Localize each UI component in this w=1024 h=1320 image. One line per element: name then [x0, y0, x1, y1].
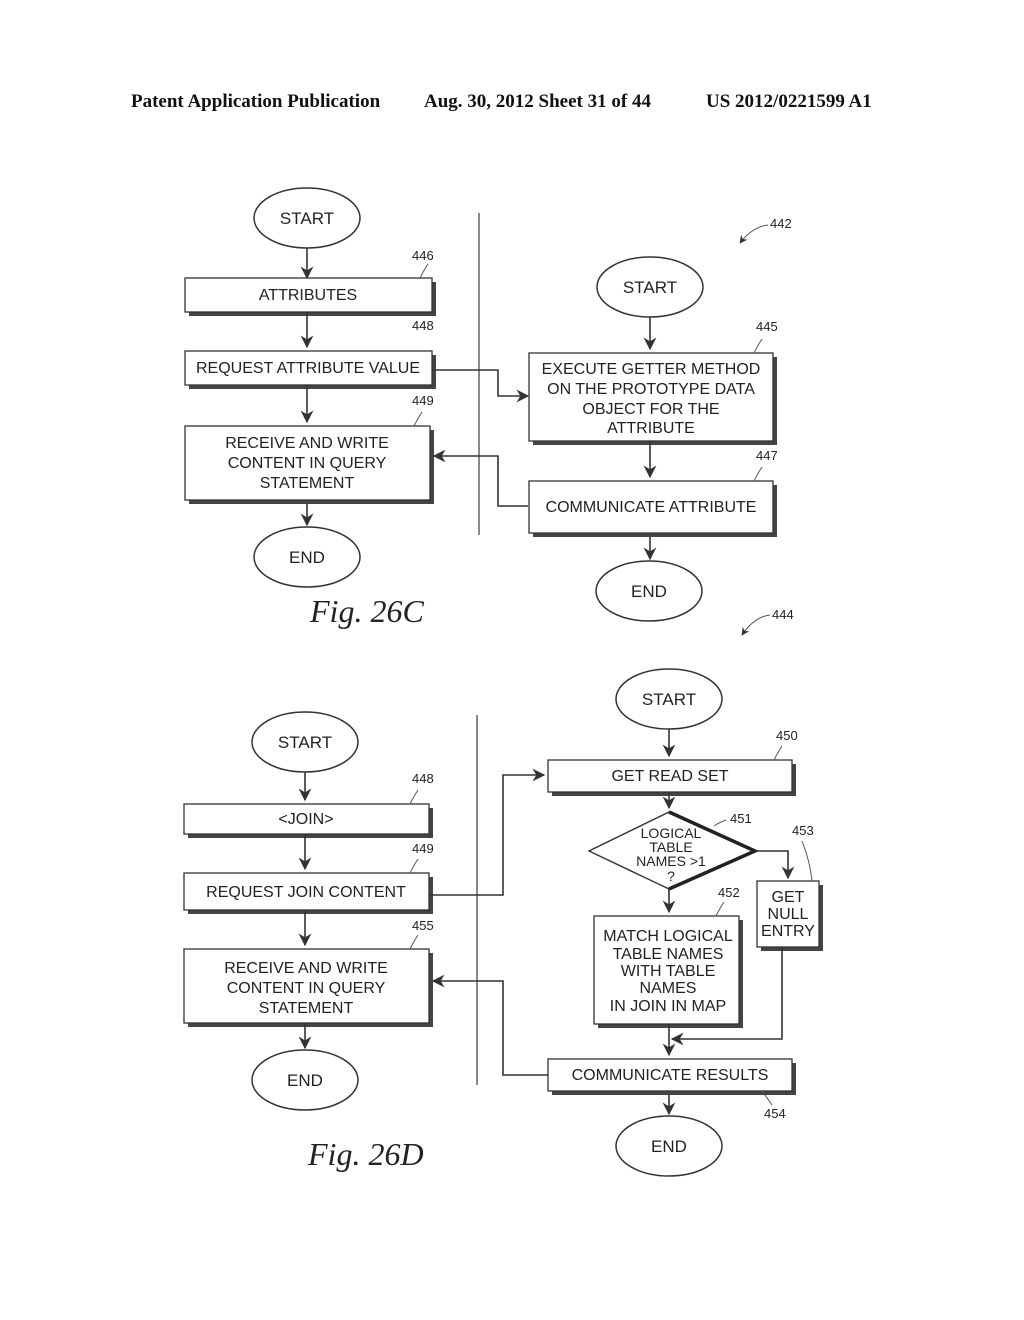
step-label-line: RECEIVE AND WRITE	[225, 435, 389, 452]
flow-26d-left: START <JOIN> 448 REQUEST JOIN CONTENT 44…	[183, 711, 434, 1172]
group-ref-arrow	[739, 224, 769, 244]
ref-leader	[713, 819, 727, 827]
ref-leader	[715, 901, 725, 917]
group-ref-number: 442	[770, 216, 792, 231]
start-label: START	[280, 209, 334, 228]
step-label: REQUEST JOIN CONTENT	[206, 884, 406, 901]
date-sheet-label: Aug. 30, 2012 Sheet 31 of 44	[424, 91, 651, 112]
step-label: ATTRIBUTES	[259, 287, 357, 304]
ref-leader	[419, 263, 429, 279]
step-label-line: CONTENT IN QUERY	[228, 455, 387, 472]
step-label-line: NULL	[768, 906, 809, 923]
step-label-line: ATTRIBUTE	[607, 420, 695, 437]
ref-number: 452	[718, 885, 740, 900]
end-label: END	[651, 1137, 687, 1156]
ref-number: 454	[764, 1106, 786, 1121]
step-label-line: IN JOIN IN MAP	[610, 998, 726, 1015]
page-header: Patent Application Publication Aug. 30, …	[131, 91, 872, 112]
start-label: START	[642, 690, 696, 709]
flow-26d-right: START GET READ SET 450 LOGICAL TABLE NAM…	[547, 668, 823, 1177]
step-label: GET READ SET	[611, 768, 728, 785]
step-label: COMMUNICATE RESULTS	[572, 1067, 769, 1084]
step-label: COMMUNICATE ATTRIBUTE	[546, 499, 757, 516]
ref-leader	[753, 338, 763, 354]
ref-number: 455	[412, 918, 434, 933]
ref-leader	[753, 466, 763, 482]
decision-label-line: ?	[667, 868, 675, 884]
end-label: END	[631, 582, 667, 601]
ref-number: 449	[412, 393, 434, 408]
figure-caption: Fig. 26C	[309, 593, 424, 629]
step-label-line: EXECUTE GETTER METHOD	[542, 361, 761, 378]
ref-number: 445	[756, 319, 778, 334]
flow-26c-right: 442 START EXECUTE GETTER METHOD ON THE P…	[528, 216, 792, 622]
group-ref-number: 444	[772, 607, 794, 622]
ref-leader	[409, 789, 419, 805]
ref-leader	[773, 745, 783, 761]
patent-sheet: Patent Application Publication Aug. 30, …	[131, 91, 872, 1177]
step-label-line: ENTRY	[761, 923, 815, 940]
step-label: REQUEST ATTRIBUTE VALUE	[196, 360, 420, 377]
step-label-line: TABLE NAMES	[613, 946, 724, 963]
ref-number: 450	[776, 728, 798, 743]
step-label-line: MATCH LOGICAL	[603, 928, 733, 945]
publication-number: US 2012/0221599 A1	[706, 91, 872, 112]
ref-number: 453	[792, 823, 814, 838]
end-label: END	[287, 1071, 323, 1090]
ref-leader	[801, 840, 813, 882]
figure-caption: Fig. 26D	[307, 1136, 424, 1172]
figure-26d: 444 START <JOIN> 448 REQUEST JOIN CONTEN…	[183, 607, 823, 1177]
connector-communicate-to-receive	[432, 449, 528, 507]
step-label-line: WITH TABLE	[621, 963, 716, 980]
step-label-line: OBJECT FOR THE	[582, 401, 719, 418]
start-label: START	[278, 733, 332, 752]
flow-arrow-to-null-entry	[755, 850, 795, 880]
ref-number: 448	[412, 771, 434, 786]
ref-number: 446	[412, 248, 434, 263]
figure-26c: START ATTRIBUTES 446 REQUEST ATTRIBUTE V…	[184, 187, 792, 629]
decision-label-line: NAMES >1	[636, 853, 706, 869]
ref-leader	[413, 411, 423, 427]
step-label-line: RECEIVE AND WRITE	[224, 960, 388, 977]
step-label-line: STATEMENT	[260, 475, 355, 492]
step-label: <JOIN>	[278, 811, 333, 828]
step-label-line: GET	[772, 889, 805, 906]
step-label-line: CONTENT IN QUERY	[227, 980, 386, 997]
ref-number: 451	[730, 811, 752, 826]
connector-results-to-receive	[431, 974, 548, 1076]
flow-26c-left: START ATTRIBUTES 446 REQUEST ATTRIBUTE V…	[184, 187, 436, 629]
step-label-line: STATEMENT	[259, 1000, 354, 1017]
ref-number: 449	[412, 841, 434, 856]
connector-request-to-readset	[429, 768, 546, 896]
connector-request-to-getter	[432, 369, 530, 403]
publication-label: Patent Application Publication	[131, 91, 381, 112]
group-ref-arrow	[741, 614, 771, 636]
ref-leader	[409, 934, 419, 950]
step-label-line: NAMES	[640, 980, 697, 997]
step-label-line: ON THE PROTOTYPE DATA	[547, 381, 755, 398]
ref-leader	[409, 858, 419, 874]
end-label: END	[289, 548, 325, 567]
start-label: START	[623, 278, 677, 297]
ref-number: 447	[756, 448, 778, 463]
ref-number: 448	[412, 318, 434, 333]
